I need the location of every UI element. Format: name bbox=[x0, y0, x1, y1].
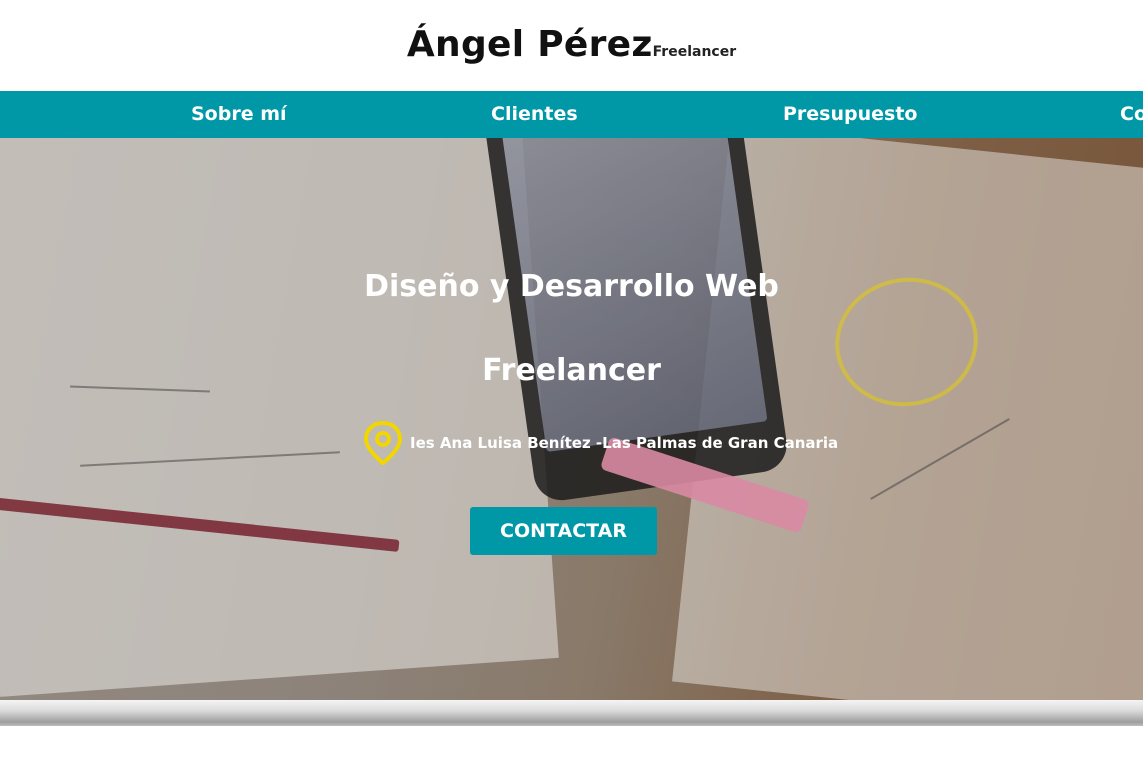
location: Ies Ana Luisa Benítez -Las Palmas de Gra… bbox=[362, 421, 838, 465]
nav-item-sobre-mi[interactable]: Sobre mí bbox=[191, 91, 287, 138]
hero-background-paper bbox=[0, 138, 559, 697]
contact-button[interactable]: CONTACTAR bbox=[470, 507, 657, 555]
main-nav: Sobre mí Clientes Presupuesto Co bbox=[0, 91, 1143, 138]
map-pin-icon bbox=[362, 420, 404, 466]
section-divider bbox=[0, 700, 1143, 726]
nav-item-clientes[interactable]: Clientes bbox=[491, 91, 578, 138]
nav-item-presupuesto[interactable]: Presupuesto bbox=[783, 91, 917, 138]
hero-subtitle: Freelancer bbox=[482, 353, 661, 388]
location-text: Ies Ana Luisa Benítez -Las Palmas de Gra… bbox=[410, 434, 839, 452]
hero-title: Diseño y Desarrollo Web bbox=[364, 269, 779, 304]
brand-name: Ángel Pérez bbox=[406, 24, 653, 65]
brand: Ángel PérezFreelancer bbox=[0, 24, 1143, 65]
site-header: Ángel PérezFreelancer bbox=[0, 0, 1143, 91]
nav-item-contacto[interactable]: Co bbox=[1120, 91, 1143, 138]
brand-tagline: Freelancer bbox=[652, 44, 737, 60]
hero-section: Diseño y Desarrollo Web Freelancer Ies A… bbox=[0, 138, 1143, 700]
